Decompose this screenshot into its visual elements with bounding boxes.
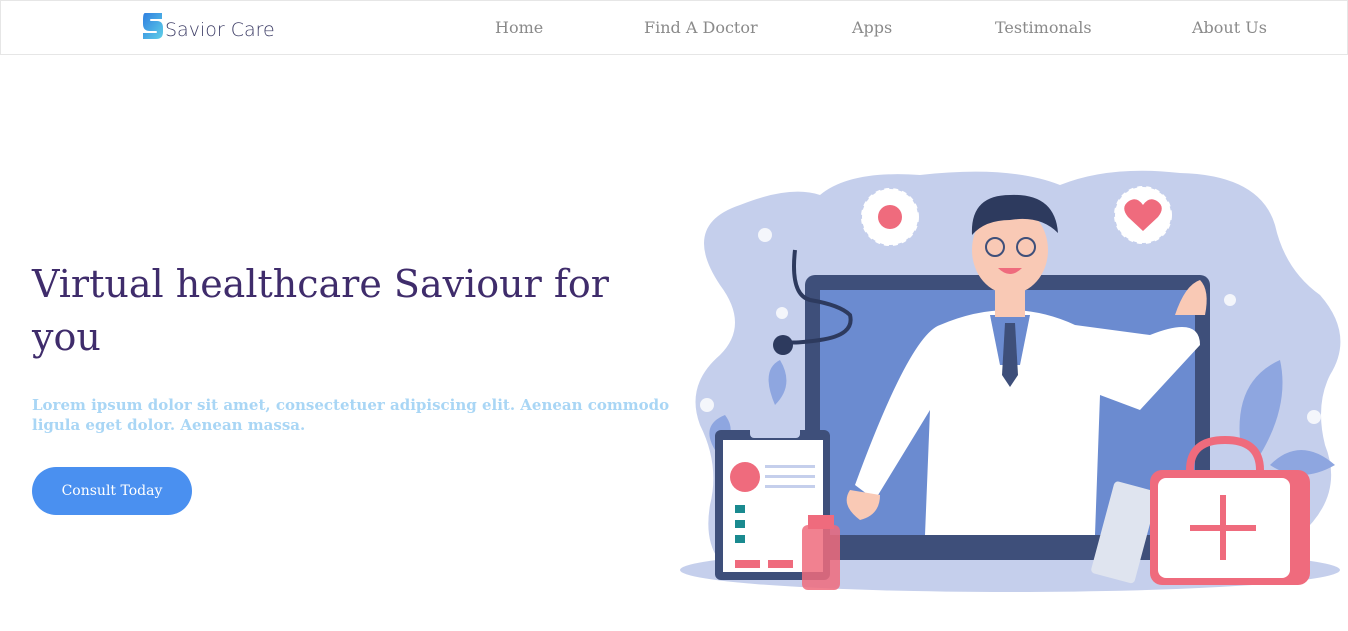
nav-home-link[interactable]: Home xyxy=(495,18,543,37)
hero-subtitle: Lorem ipsum dolor sit amet, consectetuer… xyxy=(32,396,670,434)
medicine-bottle-icon xyxy=(802,525,840,590)
virus-icon xyxy=(878,205,902,229)
logo-s-icon xyxy=(143,13,163,39)
brand-name: Savior Care xyxy=(165,19,275,41)
decor-dot xyxy=(1224,294,1236,306)
decor-dot xyxy=(700,398,714,412)
nav-about-link[interactable]: About Us xyxy=(1192,18,1267,37)
nav-apps-link[interactable]: Apps xyxy=(852,18,892,37)
nav-find-doctor-link[interactable]: Find A Doctor xyxy=(644,18,758,37)
consult-today-button[interactable]: Consult Today xyxy=(32,467,192,515)
decor-dot xyxy=(1307,410,1321,424)
hero-title: Virtual healthcare Saviour for you xyxy=(32,262,609,359)
decor-dot xyxy=(758,228,772,242)
decor-dot xyxy=(776,307,788,319)
nav-testimonials-link[interactable]: Testimonals xyxy=(995,18,1092,37)
brand-logo[interactable]: Savior Care xyxy=(142,11,275,41)
top-navbar: Savior Care Home Find A Doctor Apps Test… xyxy=(0,0,1348,55)
doctor-laptop-illustration xyxy=(680,170,1341,592)
decor-dot xyxy=(1285,210,1299,224)
